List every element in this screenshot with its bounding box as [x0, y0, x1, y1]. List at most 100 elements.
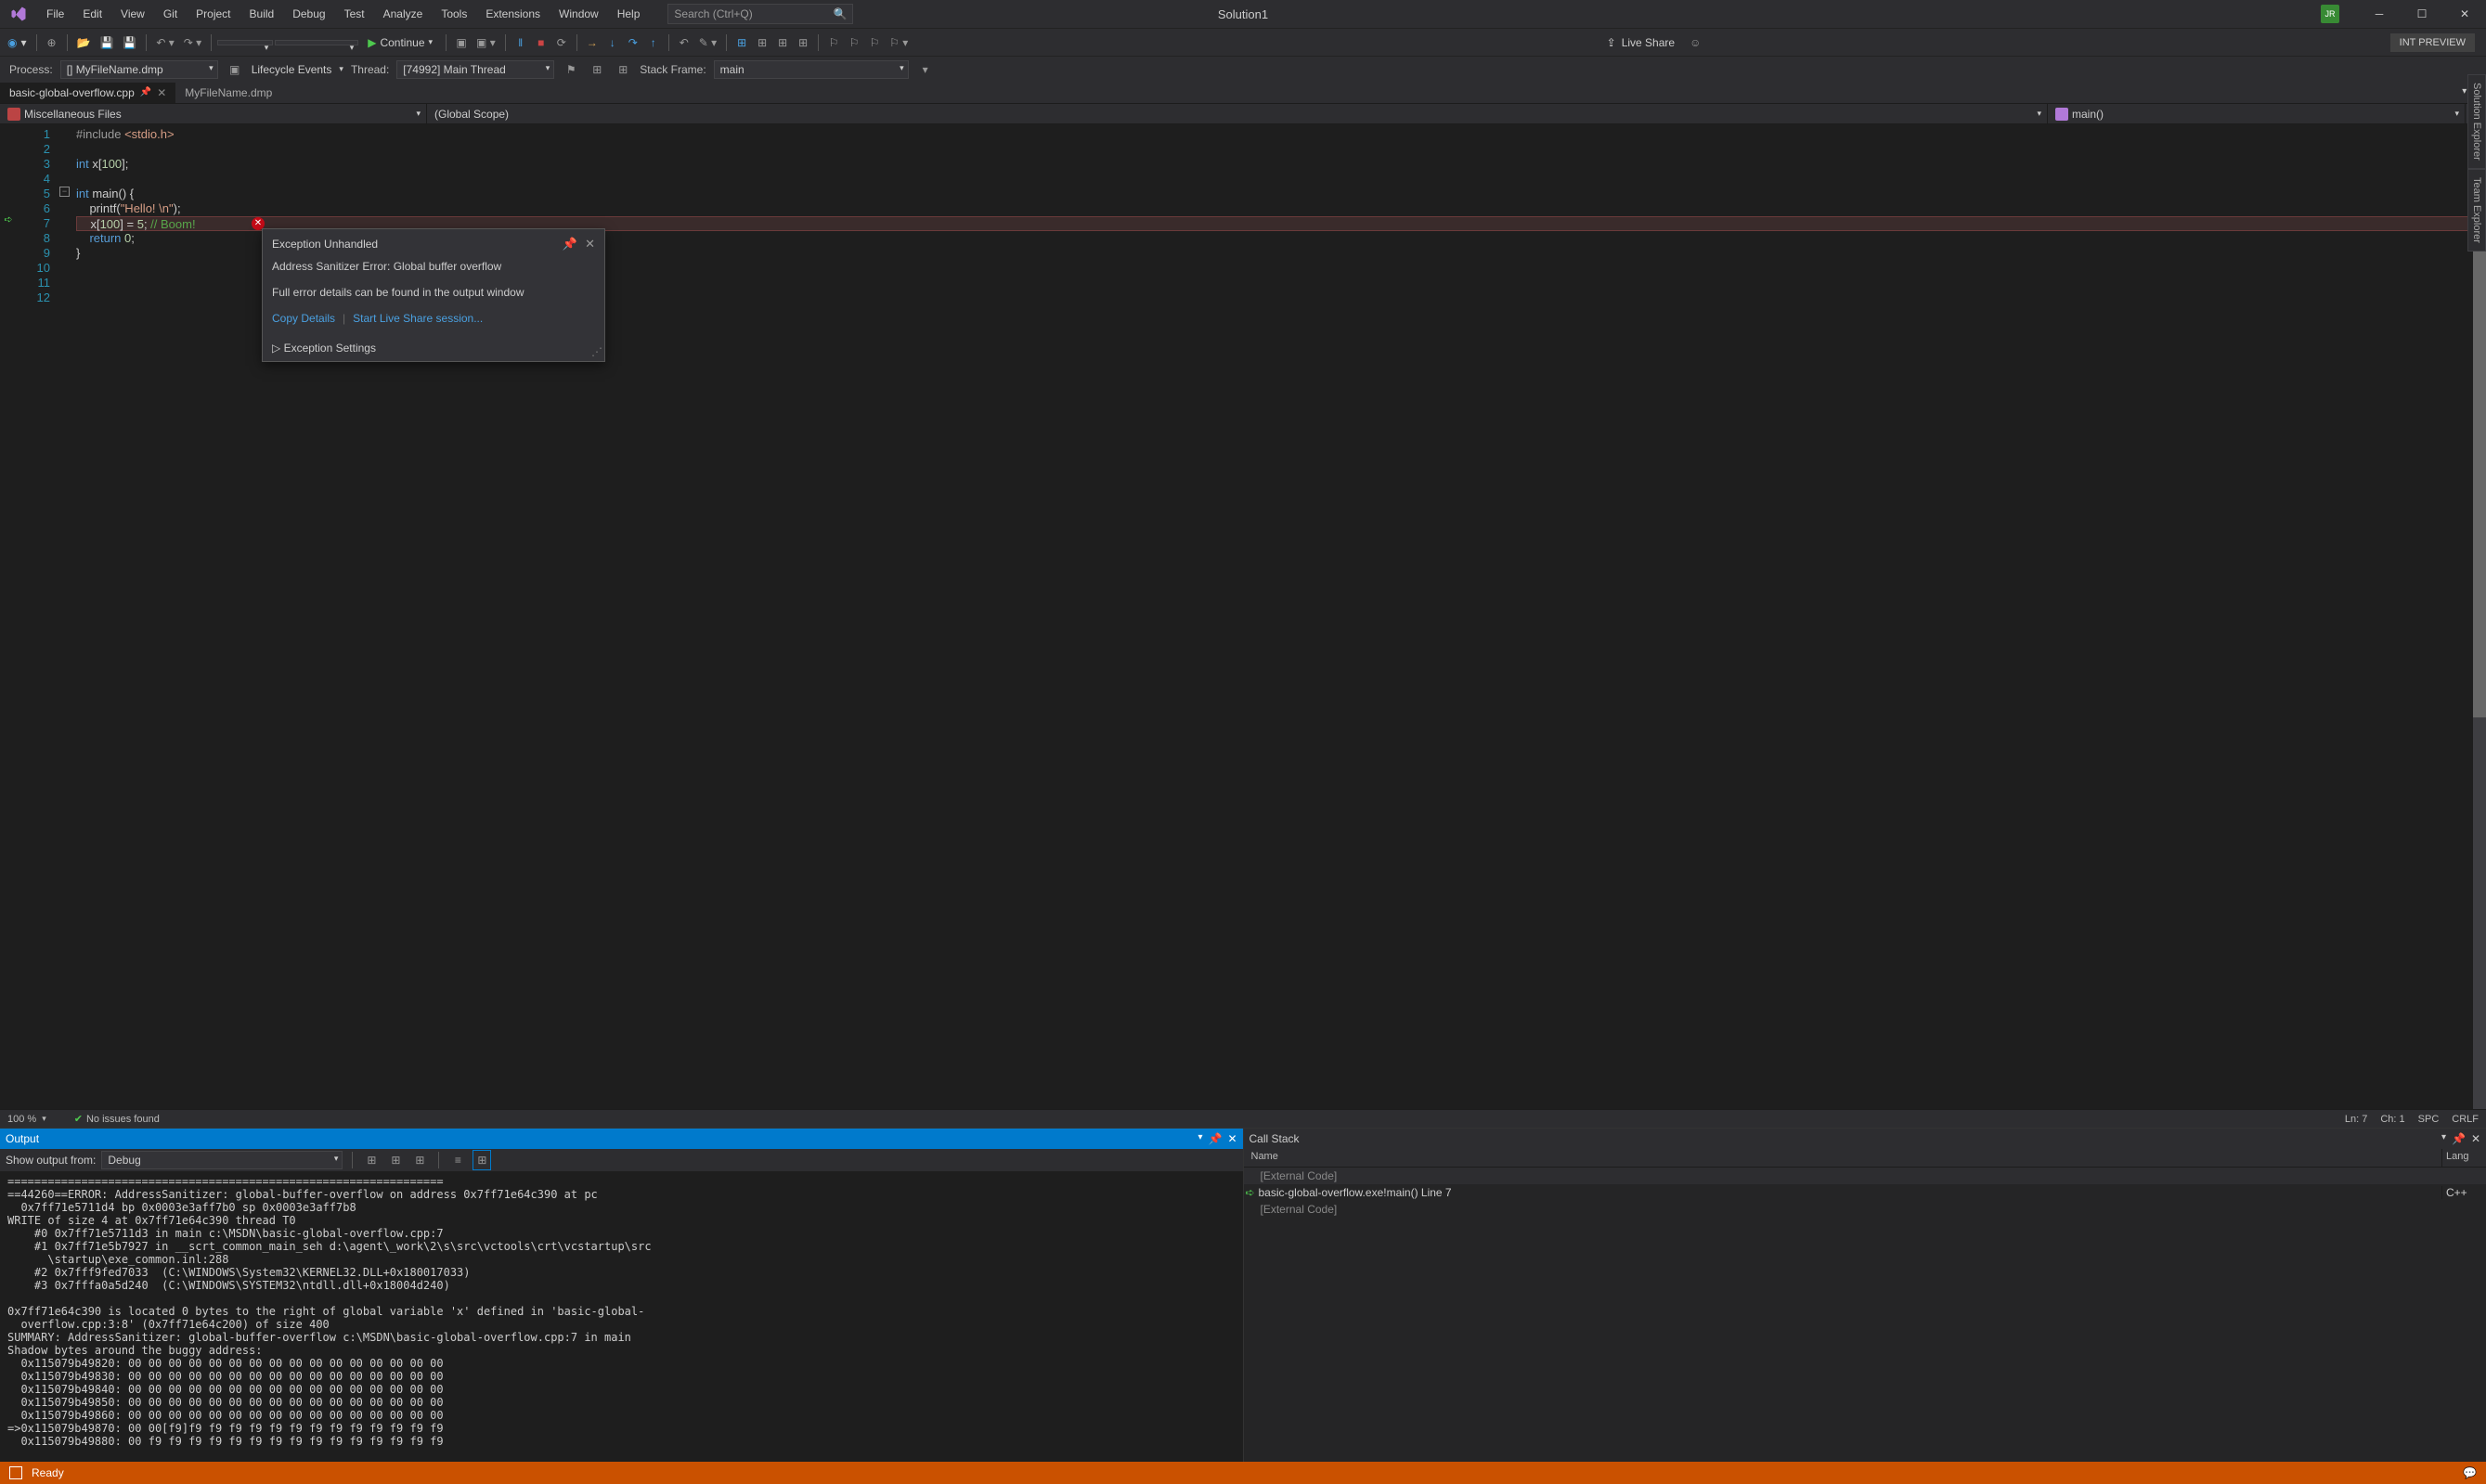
platform-dropdown[interactable]: [275, 40, 358, 45]
restart-button[interactable]: ⟳: [552, 32, 571, 53]
menu-edit[interactable]: Edit: [73, 2, 111, 26]
output-tb-3[interactable]: ⊞: [410, 1150, 429, 1170]
tb-icon-8[interactable]: ⊞: [794, 32, 812, 53]
step-over-button[interactable]: ↷: [624, 32, 642, 53]
show-next-statement-button[interactable]: →: [583, 32, 602, 53]
output-source-dropdown[interactable]: Debug: [101, 1151, 343, 1169]
tb-icon-9[interactable]: ⚐: [845, 32, 863, 53]
pin-icon[interactable]: 📌: [140, 87, 151, 97]
close-icon[interactable]: ✕: [157, 86, 166, 99]
config-dropdown[interactable]: [217, 40, 273, 45]
tab-dropdown-icon[interactable]: ▾: [2462, 86, 2467, 99]
output-tb-2[interactable]: ⊞: [386, 1150, 405, 1170]
col-lang[interactable]: Lang: [2441, 1149, 2486, 1167]
statusbar-icon[interactable]: [9, 1466, 22, 1479]
tb-icon-10[interactable]: ⚐: [865, 32, 884, 53]
callstack-panel-header[interactable]: Call Stack ▾ 📌 ✕: [1244, 1129, 2486, 1149]
menu-help[interactable]: Help: [608, 2, 650, 26]
nav-project-dropdown[interactable]: Miscellaneous Files: [0, 104, 427, 123]
issues-text[interactable]: No issues found: [86, 1114, 160, 1125]
menu-view[interactable]: View: [111, 2, 154, 26]
callstack-row[interactable]: [External Code]: [1244, 1201, 2486, 1218]
continue-button[interactable]: ▶ Continue ▾: [360, 32, 440, 53]
pin-icon[interactable]: 📌: [563, 237, 577, 252]
menu-file[interactable]: File: [37, 2, 73, 26]
pin-icon[interactable]: 📌: [2452, 1132, 2466, 1145]
output-panel-header[interactable]: Output ▾ 📌 ✕: [0, 1129, 1243, 1149]
pin-icon[interactable]: 📌: [1208, 1132, 1222, 1145]
menu-debug[interactable]: Debug: [283, 2, 334, 26]
thread-icon-2[interactable]: ⊞: [588, 59, 606, 80]
zoom-level[interactable]: 100 %: [7, 1114, 36, 1125]
bookmark-button[interactable]: ⚐: [824, 32, 843, 53]
editor-scrollbar[interactable]: [2473, 124, 2486, 1109]
stackframe-dropdown[interactable]: main: [714, 60, 909, 79]
tab-myfilename-dmp[interactable]: MyFileName.dmp: [175, 83, 281, 103]
user-badge[interactable]: JR: [2321, 5, 2339, 23]
callstack-row[interactable]: ➪ basic-global-overflow.exe!main() Line …: [1244, 1184, 2486, 1201]
menu-test[interactable]: Test: [335, 2, 374, 26]
save-all-button[interactable]: 💾: [119, 32, 140, 53]
tb-icon-6[interactable]: ⊞: [753, 32, 771, 53]
fold-icon[interactable]: −: [59, 187, 70, 197]
notifications-icon[interactable]: 💬: [2463, 1466, 2477, 1479]
thread-icon-3[interactable]: ⊞: [614, 59, 632, 80]
thread-dropdown[interactable]: [74992] Main Thread: [396, 60, 554, 79]
feedback-button[interactable]: ☺: [1686, 32, 1704, 53]
copy-details-link[interactable]: Copy Details: [272, 311, 335, 326]
redo-button[interactable]: ↷ ▾: [180, 32, 205, 53]
new-item-button[interactable]: ⊕: [43, 32, 61, 53]
break-all-button[interactable]: ‖: [511, 32, 530, 53]
close-icon[interactable]: ✕: [2471, 1132, 2480, 1145]
tab-basic-global-overflow[interactable]: basic-global-overflow.cpp 📌 ✕: [0, 83, 175, 103]
lifecycle-icon[interactable]: ▣: [226, 59, 244, 80]
col-name[interactable]: Name: [1244, 1149, 2442, 1167]
menu-window[interactable]: Window: [550, 2, 608, 26]
callstack-row[interactable]: [External Code]: [1244, 1168, 2486, 1184]
step-into-button[interactable]: ↓: [603, 32, 622, 53]
menu-git[interactable]: Git: [154, 2, 187, 26]
stop-button[interactable]: ■: [532, 32, 550, 53]
output-content[interactable]: ========================================…: [0, 1171, 1243, 1462]
tb-icon-5[interactable]: ⊞: [732, 32, 751, 53]
tb-icon-11[interactable]: ⚐ ▾: [886, 32, 912, 53]
nav-back-dropdown[interactable]: ◉ ▾: [4, 36, 31, 49]
close-button[interactable]: ✕: [2443, 0, 2486, 28]
undo-button[interactable]: ↶ ▾: [152, 32, 177, 53]
thread-flag-icon[interactable]: ⚑: [562, 59, 580, 80]
chevron-down-icon[interactable]: ▾: [2441, 1132, 2446, 1145]
clear-all-button[interactable]: ≡: [448, 1150, 467, 1170]
word-wrap-button[interactable]: ⊞: [473, 1150, 491, 1170]
tb-icon-4[interactable]: ✎ ▾: [695, 32, 720, 53]
menu-project[interactable]: Project: [187, 2, 240, 26]
code-content[interactable]: #include <stdio.h> int x[100]; −int main…: [76, 124, 2486, 1109]
start-live-share-link[interactable]: Start Live Share session...: [353, 311, 483, 326]
close-icon[interactable]: ✕: [1227, 1132, 1237, 1145]
nav-member-dropdown[interactable]: main(): [2048, 104, 2466, 123]
side-tab-team-explorer[interactable]: Team Explorer: [2467, 169, 2486, 252]
lineending-indicator[interactable]: CRLF: [2452, 1114, 2479, 1125]
side-tab-solution-explorer[interactable]: Solution Explorer: [2467, 74, 2486, 169]
spaces-indicator[interactable]: SPC: [2418, 1114, 2440, 1125]
save-button[interactable]: 💾: [96, 32, 117, 53]
tb-icon-1[interactable]: ▣: [452, 32, 471, 53]
code-editor[interactable]: ➪ 123456789101112 #include <stdio.h> int…: [0, 124, 2486, 1109]
tb-icon-2[interactable]: ▣ ▾: [473, 32, 499, 53]
resize-grip-icon[interactable]: ⋰: [591, 344, 602, 359]
nav-scope-dropdown[interactable]: (Global Scope): [427, 104, 2048, 123]
search-input[interactable]: Search (Ctrl+Q) 🔍: [667, 4, 853, 24]
maximize-button[interactable]: ☐: [2401, 0, 2443, 28]
menu-tools[interactable]: Tools: [432, 2, 476, 26]
close-icon[interactable]: ✕: [585, 237, 595, 252]
chevron-down-icon[interactable]: ▾: [1198, 1132, 1202, 1145]
live-share-button[interactable]: Live Share: [1622, 36, 1675, 49]
step-out-button[interactable]: ↑: [644, 32, 663, 53]
minimize-button[interactable]: ─: [2358, 0, 2401, 28]
tb-icon-3[interactable]: ↶: [675, 32, 693, 53]
tb-icon-7[interactable]: ⊞: [773, 32, 792, 53]
open-file-button[interactable]: 📂: [73, 32, 95, 53]
output-tb-1[interactable]: ⊞: [362, 1150, 381, 1170]
menu-build[interactable]: Build: [240, 2, 284, 26]
exception-settings-expander[interactable]: ▷ Exception Settings: [263, 335, 604, 361]
menu-analyze[interactable]: Analyze: [374, 2, 433, 26]
